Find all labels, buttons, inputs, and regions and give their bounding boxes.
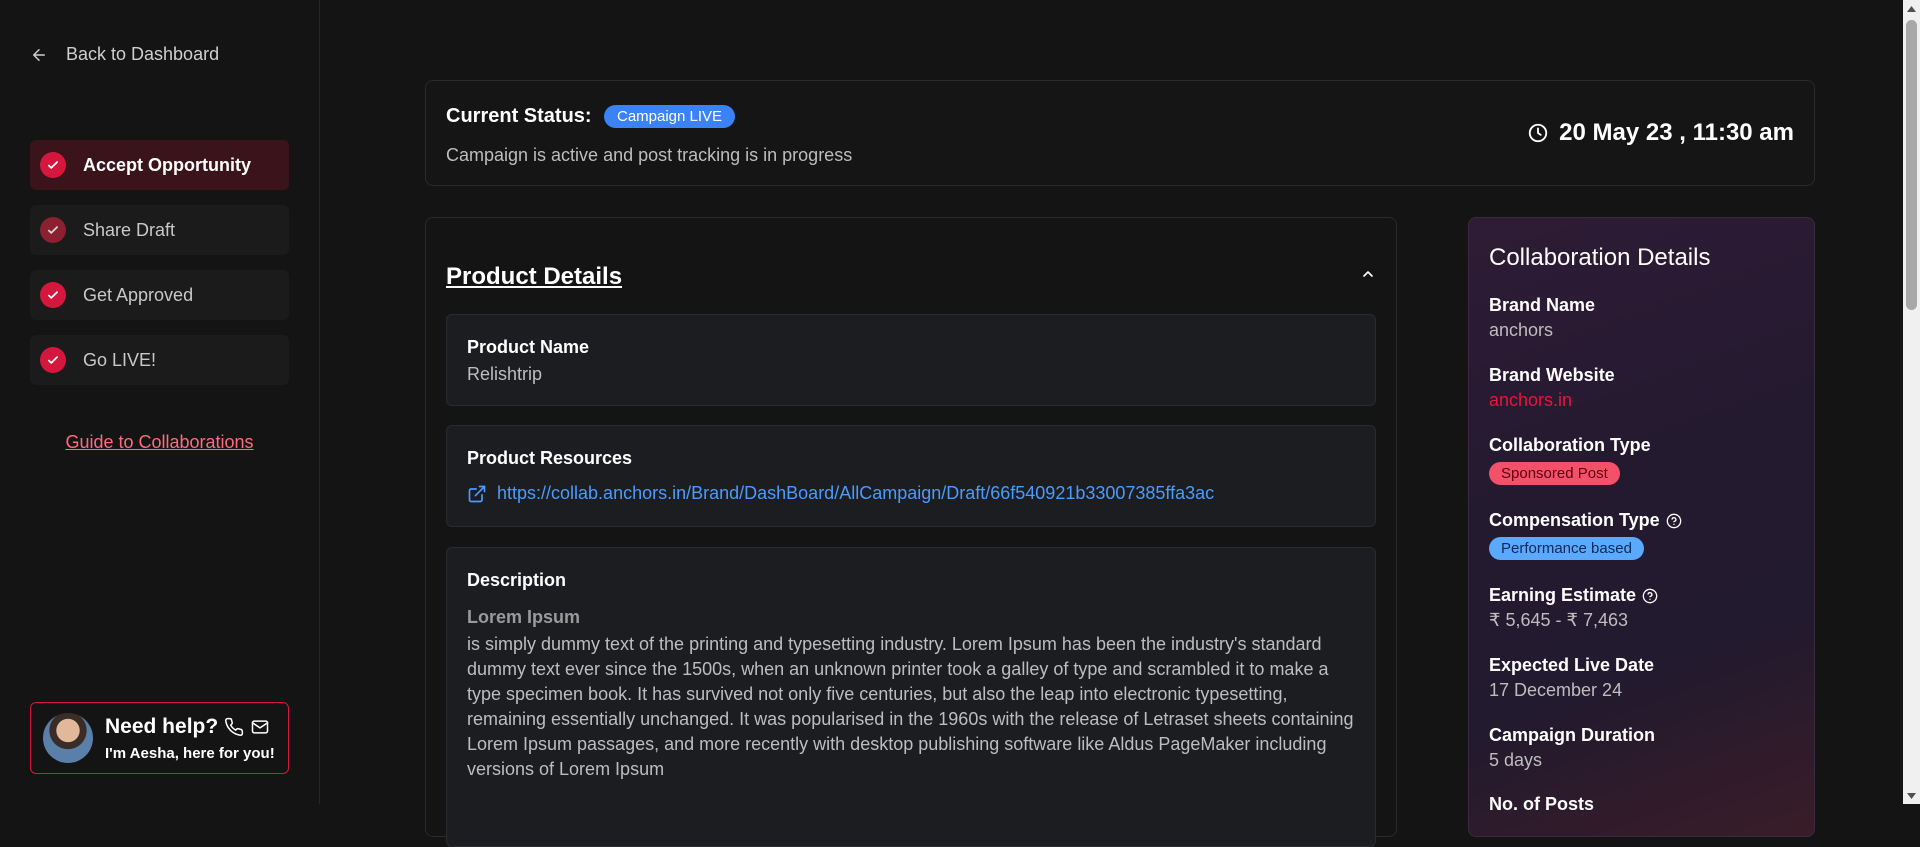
resource-url: https://collab.anchors.in/Brand/DashBoar…: [497, 483, 1215, 503]
scroll-down-arrow-icon[interactable]: [1903, 787, 1920, 804]
scroll-thumb[interactable]: [1906, 20, 1917, 310]
check-icon: [40, 282, 66, 308]
brand-website-label: Brand Website: [1489, 365, 1615, 385]
status-badge: Campaign LIVE: [604, 105, 736, 128]
status-label: Current Status:: [446, 105, 592, 127]
compensation-type-field: Compensation Type Performance based: [1489, 510, 1682, 560]
expected-live-date-field: Expected Live Date 17 December 24: [1489, 655, 1654, 701]
help-subtitle: I'm Aesha, here for you!: [105, 744, 275, 762]
phone-icon[interactable]: [224, 717, 244, 737]
collaboration-type-badge: Sponsored Post: [1489, 462, 1620, 485]
campaign-duration-label: Campaign Duration: [1489, 725, 1656, 745]
avatar: [43, 713, 93, 763]
status-card: Current Status: Campaign LIVE Campaign i…: [425, 80, 1815, 186]
description-body: is simply dummy text of the printing and…: [467, 634, 1354, 779]
step-go-live[interactable]: Go LIVE!: [30, 335, 289, 385]
resource-link[interactable]: https://collab.anchors.in/Brand/DashBoar…: [467, 483, 1355, 504]
product-name-box: Product Name Relishtrip: [446, 314, 1376, 406]
collaboration-type-field: Collaboration Type Sponsored Post: [1489, 435, 1651, 485]
check-icon: [40, 217, 66, 243]
step-label: Go LIVE!: [83, 349, 157, 370]
check-icon: [40, 347, 66, 373]
collaboration-details-title: Collaboration Details: [1489, 244, 1711, 271]
step-label: Get Approved: [83, 284, 194, 305]
expected-live-date-value: 17 December 24: [1489, 680, 1623, 700]
earning-estimate-label: Earning Estimate: [1489, 585, 1637, 605]
product-details-card: Product Details Product Name Relishtrip …: [425, 217, 1397, 847]
chevron-up-icon[interactable]: [1360, 266, 1376, 282]
brand-name-label: Brand Name: [1489, 295, 1596, 315]
collaboration-details-card: Collaboration Details Brand Name anchors…: [1468, 217, 1815, 837]
step-label: Share Draft: [83, 219, 176, 240]
datetime-text: 20 May 23 , 11:30 am: [1559, 119, 1794, 146]
product-name-value: Relishtrip: [467, 364, 543, 384]
help-circle-icon[interactable]: [1642, 588, 1658, 604]
help-title: Need help?: [105, 714, 219, 738]
campaign-duration-field: Campaign Duration 5 days: [1489, 725, 1655, 771]
product-details-title: Product Details: [446, 263, 623, 290]
earning-estimate-value: ₹ 5,645 - ₹ 7,463: [1489, 610, 1628, 630]
brand-name-field: Brand Name anchors: [1489, 295, 1595, 341]
help-card[interactable]: Need help? I'm Aesha, here for you!: [30, 702, 289, 774]
expected-live-date-label: Expected Live Date: [1489, 655, 1655, 675]
page-scrollbar[interactable]: [1903, 0, 1920, 804]
number-of-posts-label: No. of Posts: [1489, 794, 1595, 814]
description-label: Description: [467, 570, 567, 590]
guide-to-collaborations-link[interactable]: Guide to Collaborations: [0, 432, 319, 453]
help-circle-icon[interactable]: [1666, 513, 1682, 529]
description-box: Description Lorem Ipsum is simply dummy …: [446, 547, 1376, 847]
step-label: Accept Opportunity: [83, 154, 252, 175]
product-resources-label: Product Resources: [467, 448, 633, 468]
external-link-icon: [468, 485, 486, 502]
collaboration-type-label: Collaboration Type: [1489, 435, 1651, 455]
check-icon: [40, 152, 66, 178]
description-title: Lorem Ipsum: [467, 607, 581, 627]
earning-estimate-field: Earning Estimate ₹ 5,645 - ₹ 7,463: [1489, 585, 1658, 631]
product-resources-box: Product Resources https://collab.anchors…: [446, 425, 1376, 527]
brand-name-value: anchors: [1489, 320, 1554, 340]
number-of-posts-field: No. of Posts: [1489, 794, 1594, 815]
scroll-up-arrow-icon[interactable]: [1903, 0, 1920, 17]
clock-icon: [1528, 123, 1548, 143]
back-to-dashboard-link[interactable]: Back to Dashboard: [30, 44, 219, 65]
mail-icon[interactable]: [250, 717, 270, 737]
compensation-type-badge: Performance based: [1489, 537, 1644, 560]
sidebar: Back to Dashboard Accept Opportunity Sha…: [0, 0, 320, 804]
status-description: Campaign is active and post tracking is …: [446, 145, 853, 165]
brand-website-field: Brand Website anchors.in: [1489, 365, 1615, 411]
progress-steps: Accept Opportunity Share Draft Get Appro…: [30, 140, 289, 400]
back-label: Back to Dashboard: [66, 44, 220, 64]
step-get-approved[interactable]: Get Approved: [30, 270, 289, 320]
status-datetime: 20 May 23 , 11:30 am: [1527, 119, 1794, 147]
step-accept-opportunity[interactable]: Accept Opportunity: [30, 140, 289, 190]
arrow-left-icon: [33, 48, 45, 61]
campaign-duration-value: 5 days: [1489, 750, 1543, 770]
product-name-label: Product Name: [467, 337, 590, 357]
step-share-draft[interactable]: Share Draft: [30, 205, 289, 255]
brand-website-link[interactable]: anchors.in: [1489, 390, 1615, 411]
compensation-type-label: Compensation Type: [1489, 510, 1660, 530]
